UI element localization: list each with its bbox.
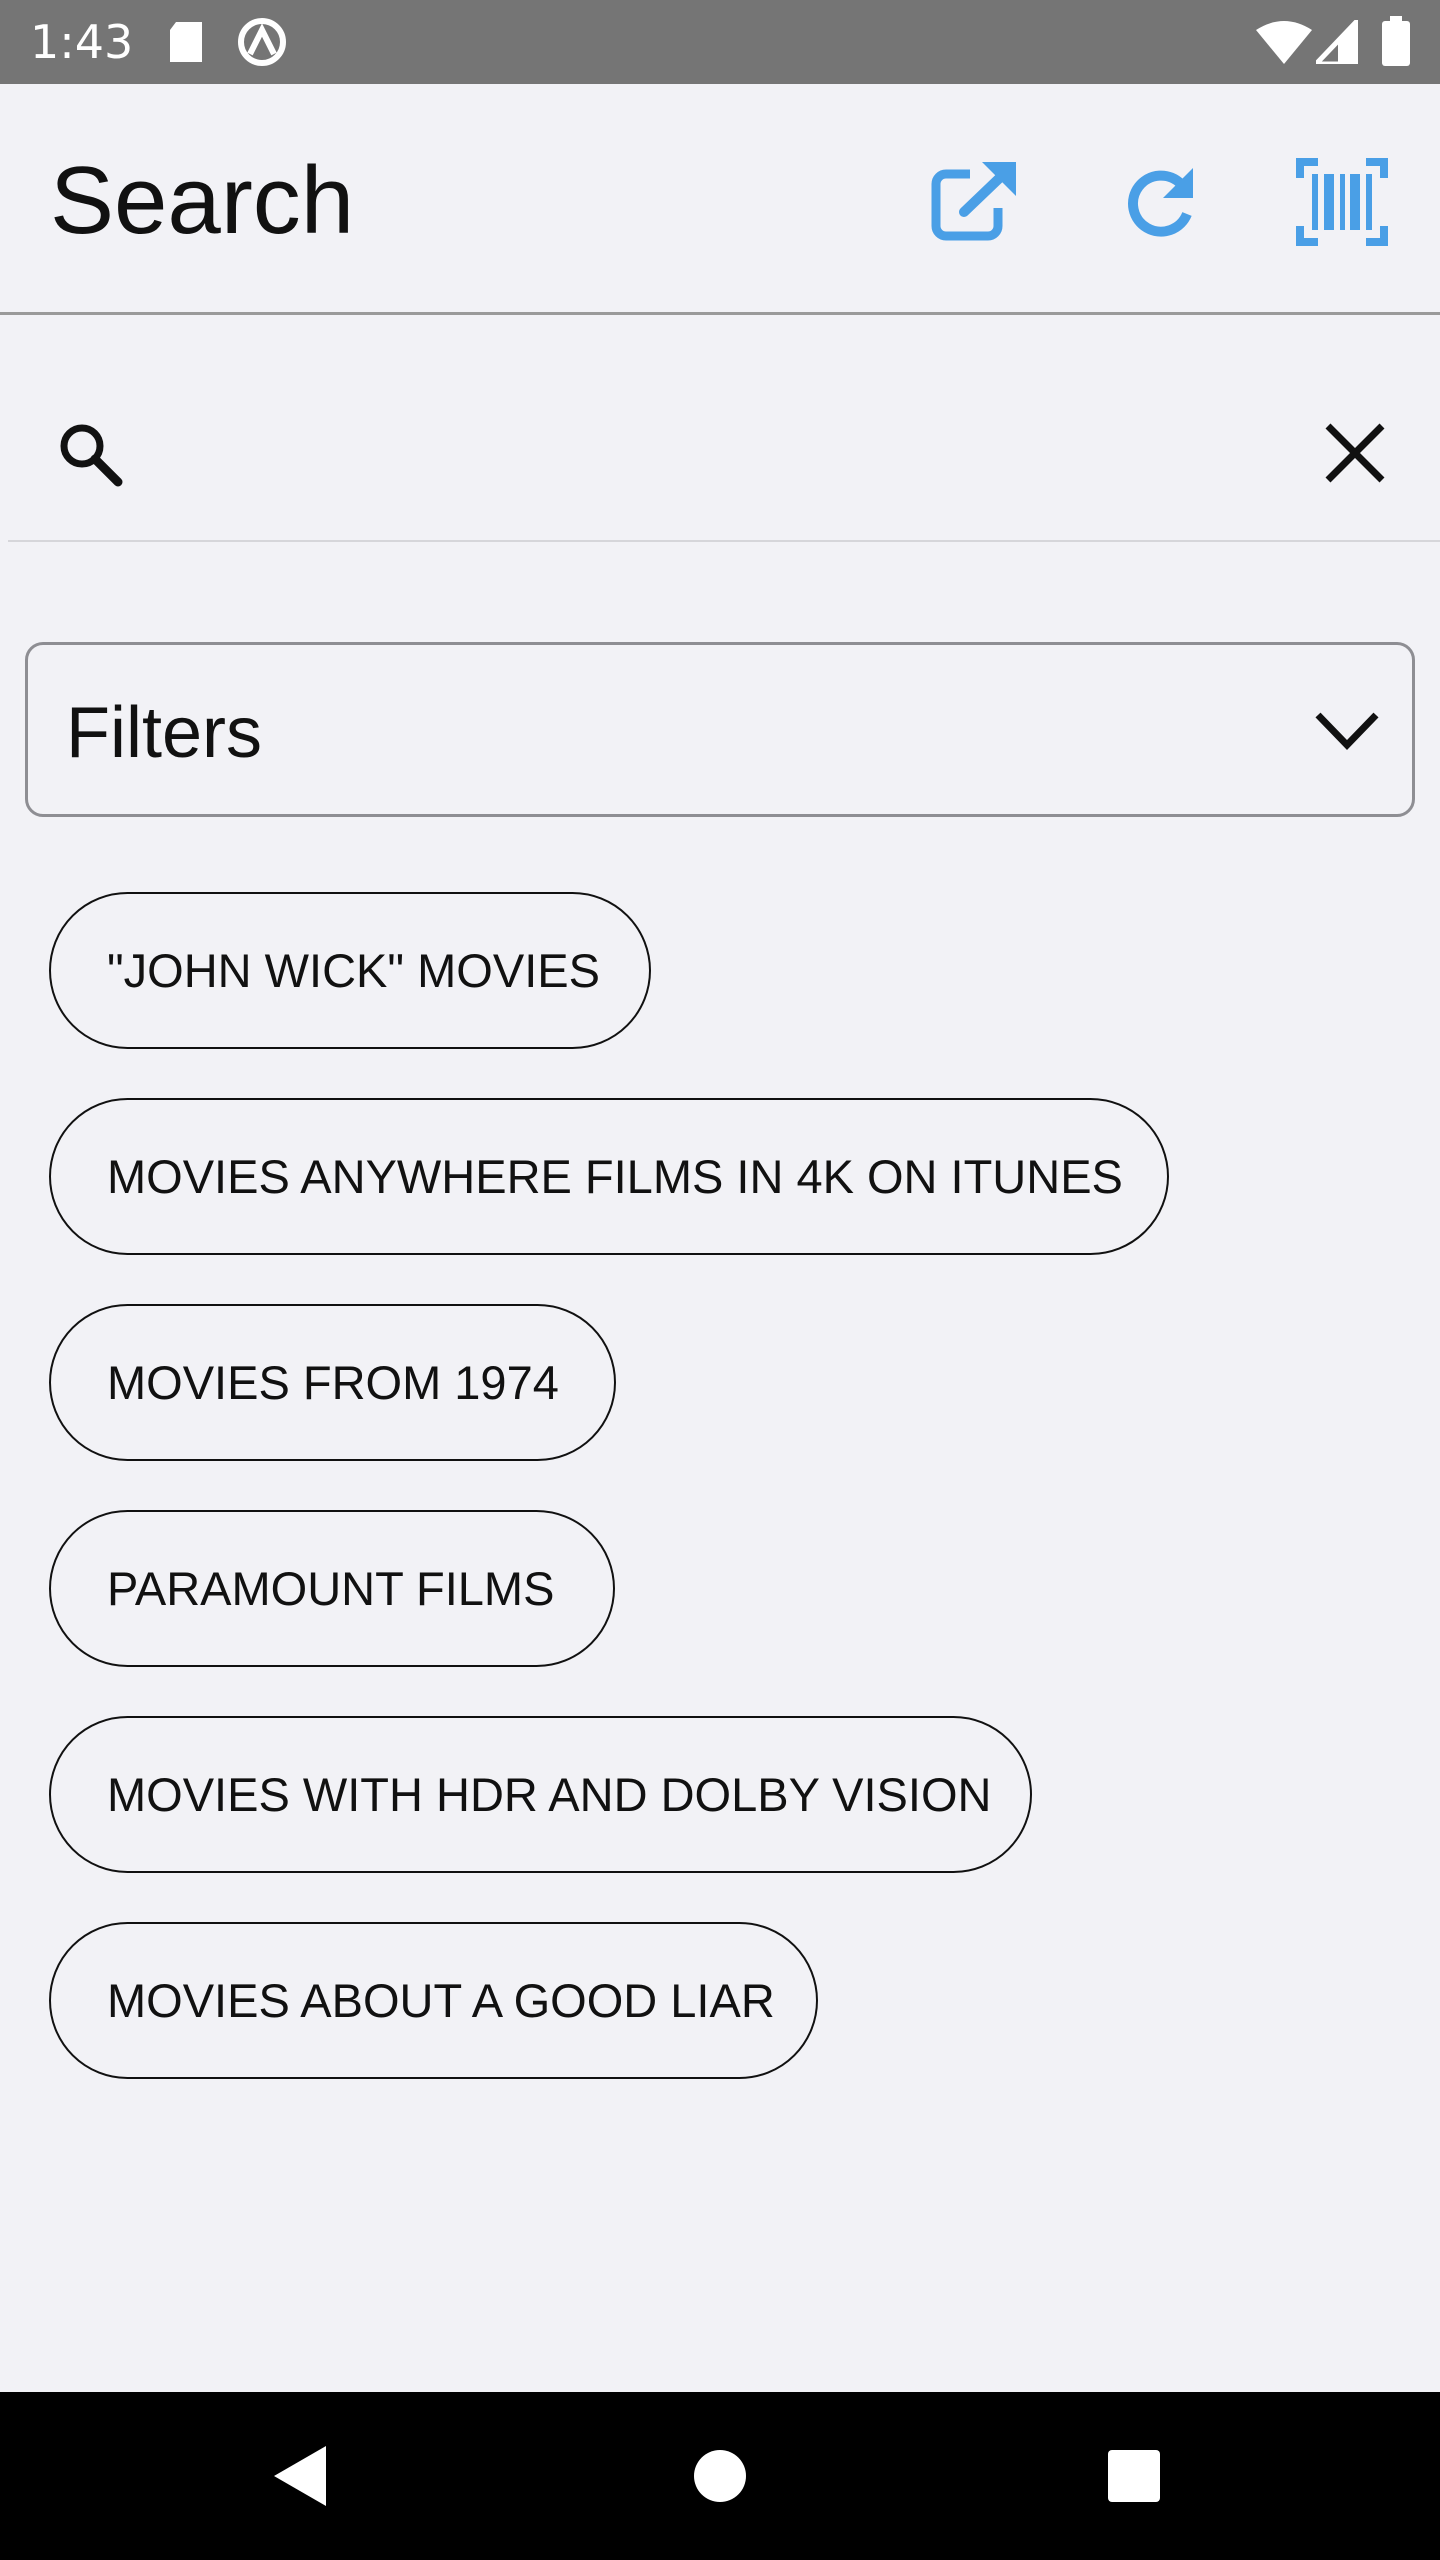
suggestion-chip[interactable]: "JOHN WICK" MOVIES <box>49 892 651 1049</box>
refresh-icon[interactable] <box>1109 152 1209 252</box>
suggestion-list: "JOHN WICK" MOVIES MOVIES ANYWHERE FILMS… <box>49 892 1409 2128</box>
status-bar: 1:43 <box>0 0 1440 84</box>
search-icon <box>60 424 123 487</box>
status-time: 1:43 <box>30 15 134 69</box>
back-icon[interactable] <box>260 2436 340 2516</box>
page-title: Search <box>50 147 355 254</box>
barcode-scan-icon[interactable] <box>1292 152 1392 252</box>
close-icon[interactable] <box>1318 416 1392 490</box>
cellular-signal-icon <box>1316 20 1358 64</box>
filters-dropdown[interactable]: Filters <box>25 642 1415 817</box>
battery-icon <box>1382 16 1410 66</box>
suggestion-chip[interactable]: MOVIES FROM 1974 <box>49 1304 616 1461</box>
navigation-bar <box>0 2392 1440 2560</box>
wifi-icon <box>1256 21 1312 64</box>
suggestion-chip[interactable]: MOVIES WITH HDR AND DOLBY VISION <box>49 1716 1032 1873</box>
home-icon[interactable] <box>680 2436 760 2516</box>
search-input[interactable] <box>138 402 1238 502</box>
sync-icon <box>238 18 286 66</box>
suggestion-chip[interactable]: PARAMOUNT FILMS <box>49 1510 615 1667</box>
chevron-down-icon <box>1315 712 1379 751</box>
suggestion-chip[interactable]: MOVIES ABOUT A GOOD LIAR <box>49 1922 818 2079</box>
open-external-icon[interactable] <box>926 152 1026 252</box>
search-bar <box>8 364 1440 542</box>
recents-icon[interactable] <box>1094 2436 1174 2516</box>
sd-card-icon <box>170 22 202 62</box>
filters-label: Filters <box>66 693 262 773</box>
suggestion-chip[interactable]: MOVIES ANYWHERE FILMS IN 4K ON ITUNES <box>49 1098 1169 1255</box>
app-header: Search <box>0 84 1440 315</box>
